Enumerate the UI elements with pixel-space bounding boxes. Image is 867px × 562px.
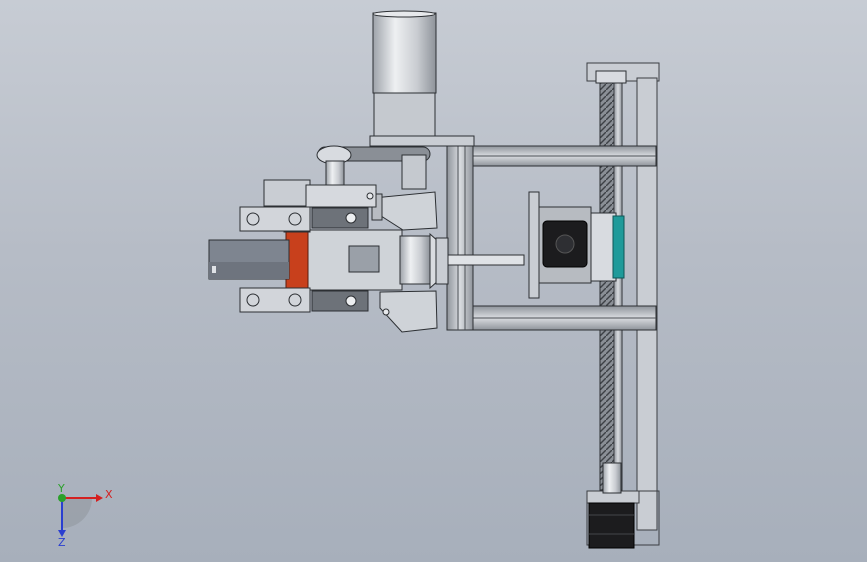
screw-coupler: [602, 462, 622, 494]
vertical-frame-post: [446, 139, 474, 331]
guide-rod: [613, 79, 623, 491]
gripper-assembly[interactable]: [208, 179, 449, 333]
gearbox: [373, 92, 436, 138]
lower-dark-link: [311, 290, 369, 312]
top-bearing-block: [595, 70, 627, 84]
x-axis-arrow: [96, 494, 103, 502]
orientation-triad: X Y Z: [57, 484, 113, 546]
push-rod: [440, 254, 525, 266]
pulley-shaft: [325, 160, 345, 188]
left-bracket-bottom: [239, 287, 311, 313]
top-linkage-housing: [263, 179, 311, 207]
y-axis-dot: [58, 494, 66, 502]
carriage-plate: [528, 191, 540, 299]
upper-arm: [305, 184, 377, 208]
carriage-block: [590, 212, 617, 282]
upper-dark-link: [311, 207, 369, 229]
center-block: [348, 245, 380, 273]
stepper-motor-bottom: [588, 502, 635, 549]
triad-z-label: Z: [58, 536, 66, 546]
right-pulley-block: [401, 154, 427, 190]
motor-bracket: [369, 135, 475, 147]
teal-nut: [612, 215, 625, 279]
cad-viewport[interactable]: X Y Z: [0, 0, 867, 562]
center-cylinder: [399, 235, 431, 285]
upper-finger: [372, 191, 438, 231]
triad-x-label: X: [105, 488, 113, 501]
triad-y-label: Y: [57, 484, 65, 495]
left-bracket-top: [239, 206, 311, 232]
connecting-link: [435, 237, 449, 285]
motor-can: [372, 12, 437, 94]
cad-assembly-model[interactable]: [0, 0, 867, 562]
